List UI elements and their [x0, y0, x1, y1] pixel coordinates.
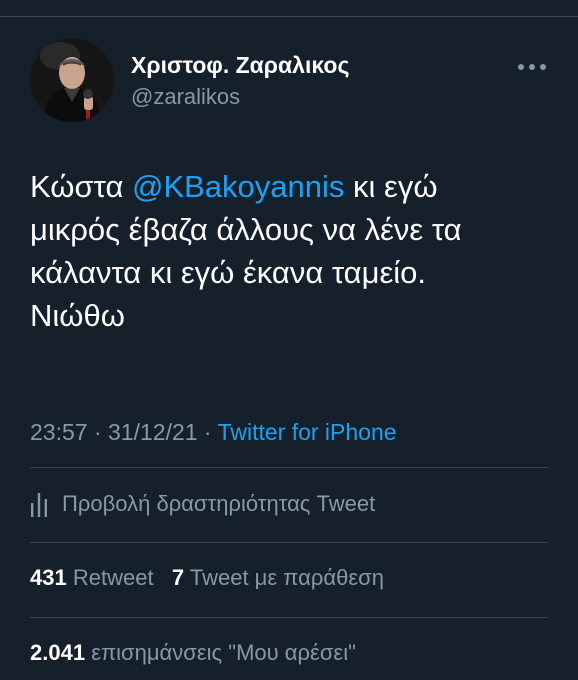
divider: [30, 467, 548, 468]
user-handle[interactable]: @zaralikos: [131, 84, 240, 110]
tweet-source-link[interactable]: Twitter for iPhone: [218, 419, 397, 445]
divider: [30, 542, 548, 543]
meta-separator: ·: [197, 419, 218, 445]
tweet-line-3: κάλαντα κι εγώ έκανα ταμείο.: [30, 255, 427, 290]
tweet-line-1: Κώστα @KBakoyannis κι εγώ: [30, 165, 560, 208]
retweets-stat[interactable]: 431 Retweet: [30, 565, 154, 590]
tweet-time: 23:57: [30, 419, 88, 445]
likes-label: επισημάνσεις "Μου αρέσει": [91, 640, 356, 665]
bar-chart-icon: [30, 491, 48, 517]
tweet-metadata: 23:57 · 31/12/21 · Twitter for iPhone: [30, 419, 397, 446]
tweet-date: 31/12/21: [108, 419, 198, 445]
tweet-text-part: κι εγώ: [344, 169, 438, 204]
divider: [30, 617, 548, 618]
top-divider: [0, 16, 578, 17]
tweet-line-4: Νιώθω: [30, 298, 125, 333]
more-dots-icon: [518, 64, 546, 70]
display-name[interactable]: Χριστοφ. Ζαραλικος: [131, 52, 349, 79]
more-options-button[interactable]: [514, 55, 550, 79]
retweets-count: 431: [30, 565, 67, 590]
quotes-label: Tweet με παράθεση: [189, 565, 384, 590]
tweet-text: Κώστα @KBakoyannis κι εγώ μικρός έβαζα ά…: [30, 165, 560, 337]
mention-link[interactable]: @KBakoyannis: [132, 169, 344, 204]
tweet-text-part: Κώστα: [30, 169, 132, 204]
avatar-image: [30, 38, 114, 122]
likes-count: 2.041: [30, 640, 86, 665]
avatar[interactable]: [30, 38, 114, 122]
quotes-count: 7: [171, 565, 185, 590]
quotes-stat[interactable]: 7 Tweet με παράθεση: [172, 565, 384, 590]
retweets-label: Retweet: [72, 565, 154, 590]
retweet-stats-row: 431 Retweet 7 Tweet με παράθεση: [30, 565, 384, 591]
likes-stats-row: 2.041 επισημάνσεις "Μου αρέσει": [30, 640, 356, 666]
activity-label: Προβολή δραστηριότητας Tweet: [62, 491, 376, 516]
tweet-line-2: μικρός έβαζα άλλους να λένε τα: [30, 212, 462, 247]
meta-separator: ·: [87, 419, 109, 445]
view-tweet-activity-button[interactable]: Προβολή δραστηριότητας Tweet: [30, 488, 375, 520]
likes-stat[interactable]: 2.041 επισημάνσεις "Μου αρέσει": [30, 640, 356, 665]
